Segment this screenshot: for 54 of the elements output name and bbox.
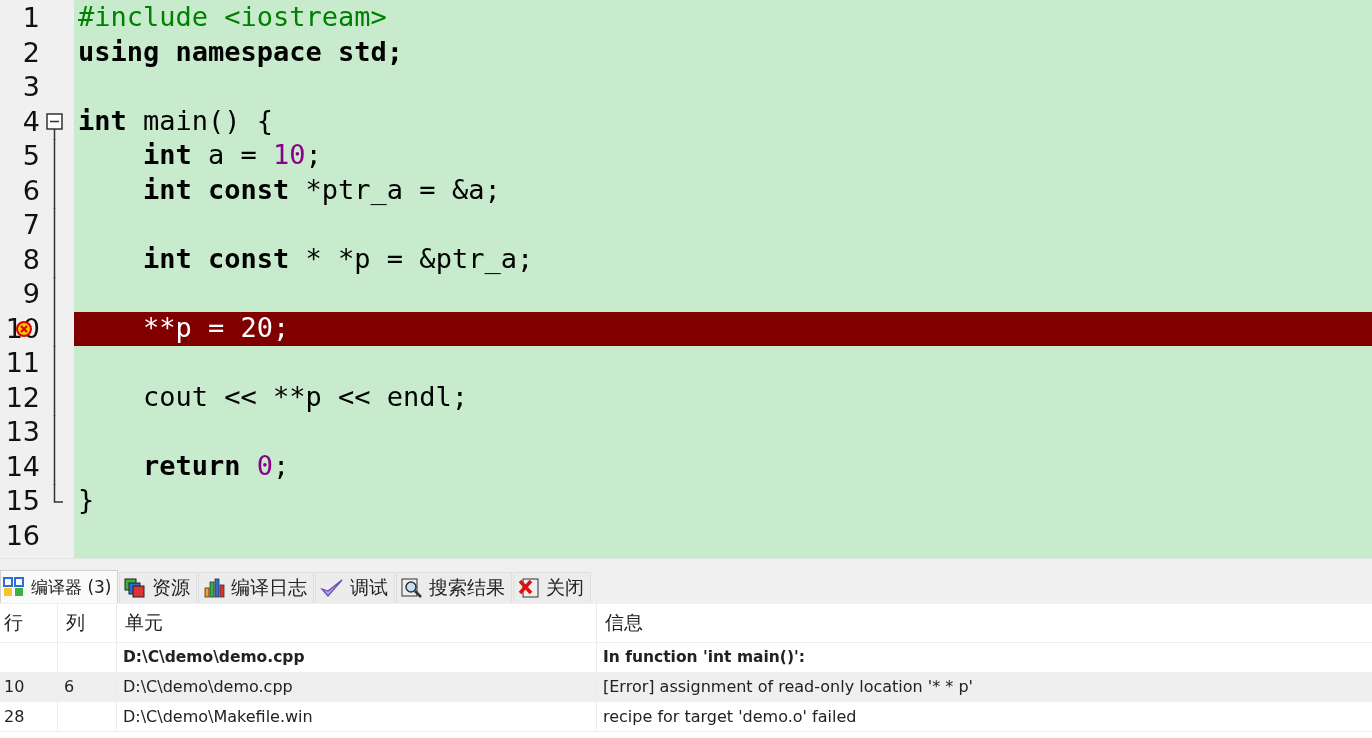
line-number: 11: [4, 346, 40, 380]
table-cell: 10: [4, 677, 25, 697]
code-line: cout << **p << endl;: [142, 380, 469, 412]
line-number: 13: [4, 415, 40, 449]
line-number: 16: [4, 518, 40, 553]
table-row[interactable]: 28 D:\C\demo\Makefile.win recipe for target 'demo.o' failed: [0, 702, 1372, 732]
fold-toggle-icon[interactable]: [46, 112, 64, 140]
bar-chart-icon: [203, 578, 226, 598]
output-tab[interactable]: 编译日志: [198, 572, 315, 603]
selected-row[interactable]: 10 6 D:\C\demo\demo.cpp [Error] assignment of read-only location '* * p': [0, 672, 1372, 702]
table-row[interactable]: D:\C\demo\demo.cpp In function 'int main()':: [0, 643, 1372, 673]
table-cell: D:\C\demo\Makefile.win: [123, 706, 313, 726]
code-line: #include <iostream>: [78, 1, 387, 32]
line-number: 12: [4, 380, 40, 415]
code-line: using namespace std;: [78, 35, 404, 67]
output-tab[interactable]: 调试: [315, 572, 396, 603]
line-number: 5: [21, 139, 40, 173]
line-number: 15: [4, 484, 40, 518]
line-number: 1: [21, 1, 40, 35]
output-tab[interactable]: 编译器 (3): [0, 570, 119, 603]
column-header[interactable]: 单元: [125, 610, 163, 636]
code-line: return 0;: [142, 449, 290, 481]
table-cell: D:\C\demo\demo.cpp: [123, 677, 293, 697]
line-number: 6: [21, 173, 40, 208]
line-number: 2: [21, 35, 40, 70]
line-number: 14: [4, 449, 40, 484]
check-icon: [320, 578, 345, 598]
table-cell: 6: [64, 677, 75, 697]
output-tab[interactable]: 关闭: [513, 572, 592, 603]
code-line: int const *ptr_a = &a;: [142, 173, 501, 205]
table-cell: D:\C\demo\demo.cpp: [123, 648, 305, 667]
code-line: int a = 10;: [142, 139, 322, 170]
code-line: }: [78, 484, 95, 515]
column-header[interactable]: 列: [66, 610, 85, 636]
output-tab[interactable]: 搜索结果: [396, 572, 513, 603]
line-number: 8: [21, 242, 40, 277]
code-line: int main() {: [78, 104, 274, 136]
table-cell: 28: [4, 706, 25, 726]
line-number: 9: [21, 277, 40, 311]
close-icon: [518, 578, 541, 598]
column-header[interactable]: 行: [4, 610, 23, 636]
grid-icon: [3, 577, 25, 597]
output-tab[interactable]: 资源: [119, 572, 198, 603]
table-cell: In function 'int main()':: [603, 648, 805, 667]
code-line: **p = 20;: [142, 311, 290, 343]
column-header[interactable]: 信息: [605, 610, 643, 636]
table-cell: recipe for target 'demo.o' failed: [603, 706, 857, 726]
code-line: int const * *p = &ptr_a;: [142, 242, 534, 274]
overlapping-squares-icon: [124, 578, 147, 598]
magnifier-icon: [401, 578, 424, 598]
table-cell: [Error] assignment of read-only location '* * p': [603, 677, 973, 697]
line-number: 3: [21, 70, 40, 104]
line-number: 4: [21, 104, 40, 139]
line-number: 7: [21, 208, 40, 242]
